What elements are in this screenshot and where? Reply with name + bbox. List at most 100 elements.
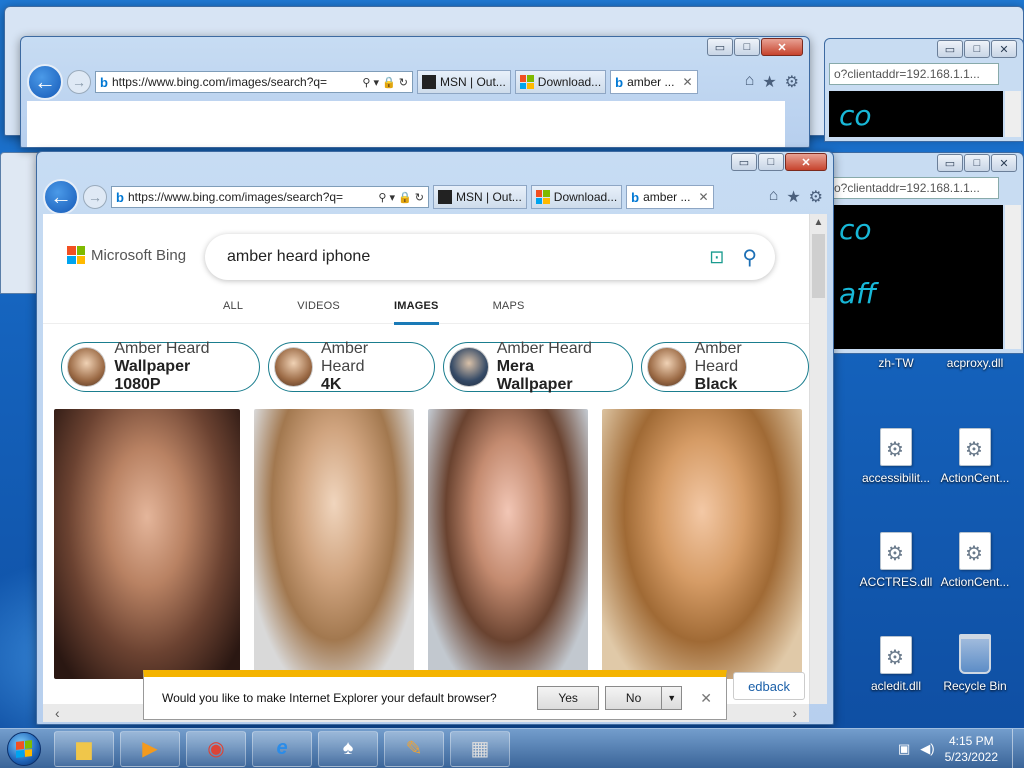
minimize-button[interactable]: ▭ (937, 40, 963, 58)
solitaire-taskbar-button[interactable]: ♠ (318, 730, 378, 767)
gear-icon[interactable]: ⚙ (809, 187, 823, 207)
desktop-icon-zh-tw[interactable]: zh-TW (856, 356, 936, 370)
console-address[interactable]: o?clientaddr=192.168.1.1... (829, 177, 999, 199)
tab-label: MSN | Out... (456, 190, 522, 204)
close-button[interactable]: ✕ (991, 154, 1017, 172)
desktop-icon-actioncenter-1[interactable]: ActionCent... (935, 428, 1015, 485)
start-button[interactable] (0, 729, 48, 768)
chrome-taskbar-button[interactable]: ◉ (186, 730, 246, 767)
feedback-button[interactable]: edback (733, 672, 805, 700)
scope-videos[interactable]: VIDEOS (297, 294, 340, 325)
ie-window-background[interactable]: ▭ □ ✕ ← → b https://www.bing.com/images/… (20, 36, 810, 148)
favorites-star-icon[interactable]: ★ (762, 72, 776, 92)
search-icon[interactable]: ⚲ ▾ 🔒 ↻ (378, 191, 424, 204)
favorites-star-icon[interactable]: ★ (786, 187, 800, 207)
bing-favicon-icon: b (100, 74, 108, 90)
show-desktop-button[interactable] (1012, 728, 1024, 768)
ie-window[interactable]: ▭ □ ✕ ← → b https://www.bing.com/images/… (36, 151, 834, 725)
bing-logo[interactable]: Microsoft Bing (67, 246, 186, 264)
desktop-icon-actioncenter-2[interactable]: ActionCent... (935, 532, 1015, 589)
image-result[interactable] (54, 409, 240, 679)
desktop-icon-acproxy[interactable]: acproxy.dll (935, 356, 1015, 370)
close-tab-icon[interactable]: ✕ (698, 190, 708, 204)
dll-file-icon (880, 532, 912, 570)
tab-msn[interactable]: MSN | Out... (417, 70, 511, 94)
console-window-1[interactable]: ▭ □ ✕ o?clientaddr=192.168.1.1... co (824, 38, 1024, 142)
scroll-right-icon[interactable]: › (792, 705, 797, 721)
desktop-icon-acledit[interactable]: acledit.dll (856, 636, 936, 693)
back-arrow-icon[interactable]: ← (27, 64, 63, 100)
close-button[interactable]: ✕ (761, 38, 803, 56)
console-text: co (839, 99, 872, 132)
maximize-button[interactable]: □ (964, 154, 990, 172)
clock[interactable]: 4:15 PM 5/23/2022 (945, 733, 998, 765)
chevron-down-icon[interactable]: ▼ (662, 686, 683, 710)
desktop-icon-acctres[interactable]: ACCTRES.dll (856, 532, 936, 589)
image-result[interactable] (428, 409, 588, 679)
search-icon[interactable]: ⚲ (742, 245, 757, 270)
minimize-button[interactable]: ▭ (707, 38, 733, 56)
vertical-scrollbar[interactable]: ▲ (809, 214, 827, 704)
taskbar: ▆ ▶ ◉ e ♠ ✎ ▦ ▣ ◀) 4:15 PM 5/23/2022 (0, 728, 1024, 768)
desktop-icon-recycle-bin[interactable]: Recycle Bin (935, 634, 1015, 693)
console-scrollbar[interactable] (1005, 91, 1021, 137)
console-address[interactable]: o?clientaddr=192.168.1.1... (829, 63, 999, 85)
scope-maps[interactable]: MAPS (493, 294, 525, 325)
related-chip[interactable]: Amber Heard 4K (267, 340, 436, 393)
related-chip[interactable]: Amber Heard Wallpaper 1080P (61, 340, 260, 393)
media-player-taskbar-button[interactable]: ▶ (120, 730, 180, 767)
home-icon[interactable]: ⌂ (769, 187, 779, 207)
close-tab-icon[interactable]: ✕ (682, 75, 692, 89)
minimize-button[interactable]: ▭ (937, 154, 963, 172)
scope-all[interactable]: ALL (223, 294, 243, 325)
search-input[interactable]: amber heard iphone (227, 248, 709, 266)
search-icon[interactable]: ⚲ ▾ 🔒 ↻ (362, 76, 408, 89)
scroll-thumb[interactable] (812, 234, 825, 298)
tab-download[interactable]: Download... (530, 185, 623, 209)
network-icon[interactable]: ▣ (898, 741, 910, 757)
related-chip[interactable]: Amber Heard Black (641, 340, 809, 393)
search-box[interactable]: amber heard iphone ⊡ ⚲ (205, 234, 775, 280)
tab-bing[interactable]: b amber ... ✕ (626, 185, 714, 209)
no-button[interactable]: No (604, 686, 663, 710)
forward-arrow-icon[interactable]: → (67, 70, 91, 94)
console-window-2[interactable]: ▭ □ ✕ o?clientaddr=192.168.1.1... co aff (824, 152, 1024, 354)
maximize-button[interactable]: □ (734, 38, 760, 56)
scroll-left-icon[interactable]: ‹ (55, 705, 60, 721)
address-bar[interactable]: b https://www.bing.com/images/search?q= … (95, 71, 413, 93)
visual-search-icon[interactable]: ⊡ (709, 247, 724, 268)
ie-taskbar-button[interactable]: e (252, 730, 312, 767)
close-button[interactable]: ✕ (991, 40, 1017, 58)
maximize-button[interactable]: □ (758, 153, 784, 171)
tab-label: amber ... (643, 190, 691, 204)
tab-download[interactable]: Download... (514, 70, 607, 94)
image-result[interactable] (254, 409, 414, 679)
yes-button[interactable]: Yes (537, 686, 599, 710)
forward-arrow-icon[interactable]: → (83, 185, 107, 209)
paint-taskbar-button[interactable]: ✎ (384, 730, 444, 767)
background-window-left[interactable] (0, 152, 40, 294)
desktop-icon-accessibility[interactable]: accessibilit... (856, 428, 936, 485)
chrome-icon: ◉ (207, 738, 225, 760)
related-chip[interactable]: Amber Heard Mera Wallpaper (443, 340, 634, 393)
back-arrow-icon[interactable]: ← (43, 179, 79, 215)
volume-icon[interactable]: ◀) (920, 741, 934, 757)
scroll-up-icon[interactable]: ▲ (810, 214, 827, 232)
desktop-icon-label: ActionCent... (940, 471, 1010, 485)
desktop-icon-label: acledit.dll (870, 679, 922, 693)
tab-bing[interactable]: b amber ... ✕ (610, 70, 698, 94)
image-result[interactable] (602, 409, 802, 679)
scope-images[interactable]: IMAGES (393, 294, 439, 325)
home-icon[interactable]: ⌂ (745, 72, 755, 92)
explorer-taskbar-button[interactable]: ▆ (54, 730, 114, 767)
maximize-button[interactable]: □ (964, 40, 990, 58)
close-button[interactable]: ✕ (785, 153, 827, 171)
tab-msn[interactable]: MSN | Out... (433, 185, 527, 209)
console-scrollbar[interactable] (1005, 205, 1021, 349)
close-icon[interactable]: ✕ (700, 690, 712, 707)
minimize-button[interactable]: ▭ (731, 153, 757, 171)
gear-icon[interactable]: ⚙ (785, 72, 799, 92)
windows-logo-icon (7, 731, 41, 766)
address-bar[interactable]: b https://www.bing.com/images/search?q= … (111, 186, 429, 208)
calculator-taskbar-button[interactable]: ▦ (450, 730, 510, 767)
